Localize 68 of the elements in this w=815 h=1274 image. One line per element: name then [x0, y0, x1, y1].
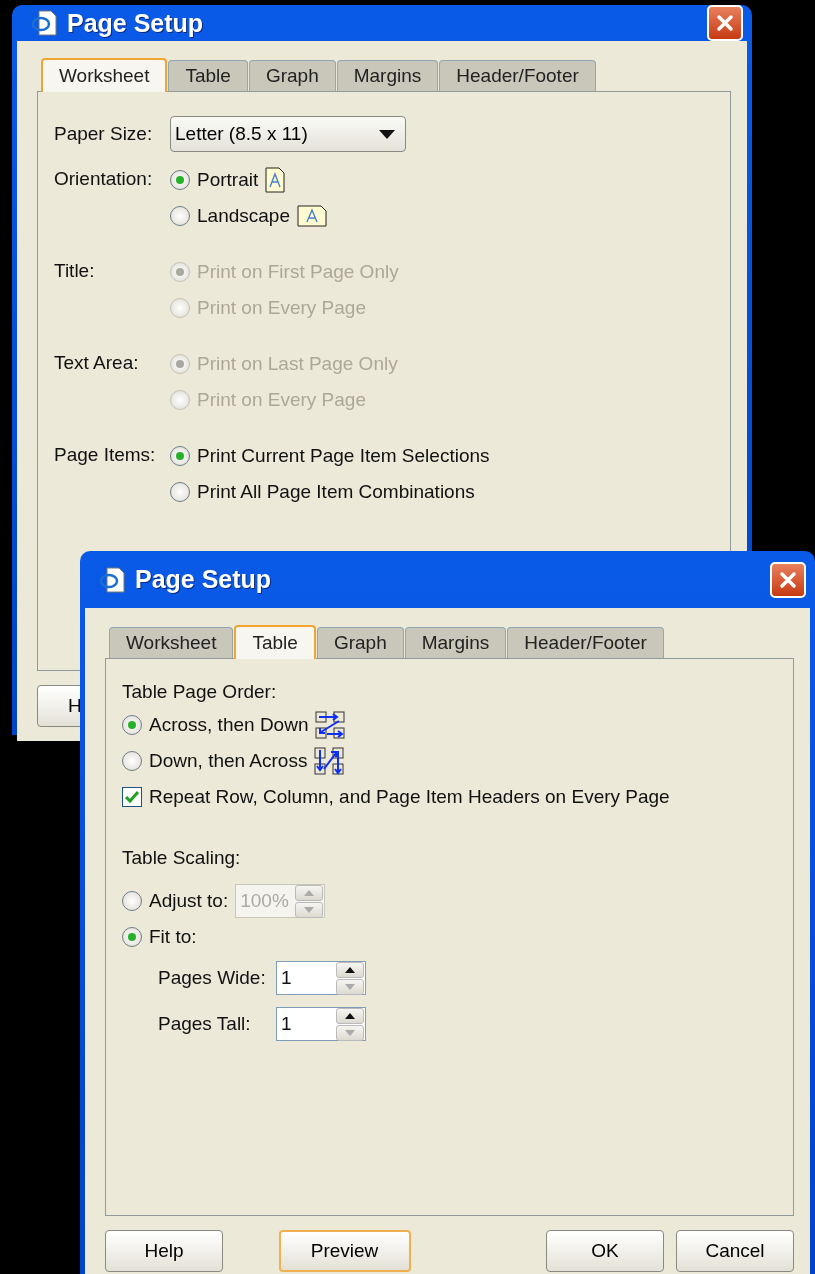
option-label: Adjust to:: [149, 890, 229, 912]
field-label: Paper Size:: [54, 123, 154, 145]
option-label: Print Current Page Item Selections: [197, 445, 490, 467]
spin-up-button[interactable]: [336, 961, 364, 978]
radio-button[interactable]: [122, 715, 142, 735]
tab[interactable]: Header/Footer: [507, 627, 664, 658]
up-triangle-icon: [345, 1012, 355, 1019]
group-label: Text Area:: [54, 351, 140, 375]
radio-button[interactable]: [170, 206, 190, 226]
page-order-down-icon: [314, 747, 345, 775]
number-spinner[interactable]: 1: [276, 961, 366, 995]
radio-button[interactable]: [170, 170, 190, 190]
landscape-page-icon: [296, 205, 327, 227]
number-spinner[interactable]: 1: [276, 1007, 366, 1041]
dialog-button[interactable]: Preview: [278, 1230, 411, 1272]
option-label: Print on Every Page: [197, 389, 366, 411]
portrait-page-icon: [265, 167, 286, 193]
option-label: Portrait: [197, 169, 259, 191]
checkbox[interactable]: [122, 787, 142, 807]
tab[interactable]: Margins: [336, 60, 439, 91]
tab[interactable]: Graph: [316, 627, 404, 658]
option-label: Print All Page Item Combinations: [197, 481, 475, 503]
section-label: Table Page Order:: [122, 680, 278, 704]
page-order-across-icon: [315, 711, 346, 739]
tab[interactable]: Header/Footer: [439, 60, 596, 91]
window-title: Page Setup: [135, 565, 273, 594]
dialog-button[interactable]: OK: [546, 1230, 664, 1272]
down-triangle-icon: [345, 983, 355, 990]
close-icon: [778, 569, 798, 590]
option-label: Print on First Page Only: [197, 261, 399, 283]
tab[interactable]: Table: [234, 625, 316, 659]
field-label: Pages Wide:: [158, 967, 267, 989]
group-label: Title:: [54, 259, 96, 283]
radio-button[interactable]: [122, 927, 142, 947]
paper-size-dropdown[interactable]: Letter (8.5 x 11): [170, 116, 406, 152]
group-label: Orientation:: [54, 167, 154, 191]
tab[interactable]: Margins: [404, 627, 507, 658]
field-label: Pages Tall:: [158, 1013, 252, 1035]
option-label: Down, then Across: [149, 750, 308, 772]
option-label: Fit to:: [149, 926, 197, 948]
section-label: Table Scaling:: [122, 846, 242, 870]
caret-icon: [379, 129, 395, 139]
document-icon: [99, 565, 127, 594]
group-label: Page Items:: [54, 443, 157, 467]
option-label: Across, then Down: [149, 714, 309, 736]
radio-button[interactable]: [170, 482, 190, 502]
up-triangle-icon: [304, 889, 315, 896]
option-label: Landscape: [197, 205, 290, 227]
down-triangle-icon: [304, 906, 315, 913]
radio-button[interactable]: [170, 446, 190, 466]
up-triangle-icon: [345, 966, 355, 973]
document-icon: [31, 9, 59, 37]
radio-button[interactable]: [122, 751, 142, 771]
option-label: Print on Every Page: [197, 297, 366, 319]
dialog-button[interactable]: Cancel: [676, 1230, 794, 1272]
dialog-button[interactable]: Help: [105, 1230, 223, 1272]
option-label: Print on Last Page Only: [197, 353, 398, 375]
tab[interactable]: Worksheet: [41, 58, 168, 92]
down-triangle-icon: [345, 1029, 355, 1036]
close-button[interactable]: [707, 5, 743, 41]
tab[interactable]: Worksheet: [109, 627, 234, 658]
spin-up-button[interactable]: [336, 1007, 364, 1024]
tab[interactable]: Graph: [248, 60, 336, 91]
option-label: Repeat Row, Column, and Page Item Headers on Every Page: [149, 786, 670, 808]
tab[interactable]: Table: [168, 60, 248, 91]
window-title: Page Setup: [67, 8, 205, 38]
close-button[interactable]: [770, 561, 806, 598]
close-icon: [715, 13, 735, 33]
